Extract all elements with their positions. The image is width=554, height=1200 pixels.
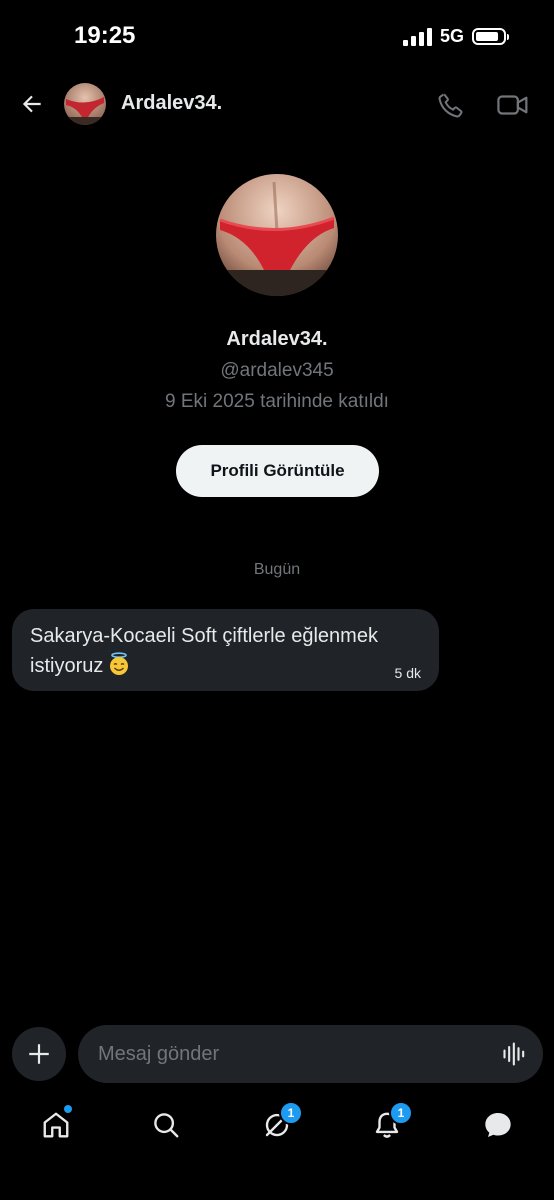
nav-search[interactable] <box>148 1107 184 1143</box>
back-button[interactable] <box>16 88 48 120</box>
nav-messages[interactable] <box>480 1107 516 1143</box>
view-profile-button[interactable]: Profili Görüntüle <box>176 445 379 497</box>
voice-message-button[interactable] <box>501 1040 529 1068</box>
avatar-image <box>216 174 338 296</box>
video-camera-icon <box>497 95 528 115</box>
message-composer <box>78 1025 543 1083</box>
video-call-button[interactable] <box>496 90 530 120</box>
profile-avatar[interactable] <box>216 174 338 296</box>
date-divider: Bugün <box>253 561 301 578</box>
call-button[interactable] <box>436 90 466 120</box>
back-arrow-icon <box>22 95 41 113</box>
smiling-face-with-halo-icon <box>110 652 129 675</box>
status-bar: 19:25 5G <box>0 0 554 70</box>
avatar-image <box>64 83 106 125</box>
bottom-navigation: 1 1 <box>0 1097 554 1157</box>
battery-icon <box>472 28 509 45</box>
status-time: 19:25 <box>74 22 136 49</box>
nav-grok[interactable]: 1 <box>259 1101 303 1143</box>
signal-icon <box>402 27 432 46</box>
search-icon <box>154 1113 179 1138</box>
header-avatar[interactable] <box>64 83 106 125</box>
chat-header: Ardalev34. <box>0 78 554 130</box>
message-input[interactable] <box>98 1025 488 1083</box>
messages-icon <box>485 1113 511 1137</box>
profile-name: Ardalev34. <box>226 328 328 350</box>
message-body: Sakarya-Kocaeli Soft çiftlerle eğlenmek … <box>30 625 378 677</box>
message-text: Sakarya-Kocaeli Soft çiftlerle eğlenmek … <box>30 621 430 681</box>
profile-joined-date: 9 Eki 2025 tarihinde katıldı <box>165 391 389 412</box>
nav-notifications[interactable]: 1 <box>369 1101 413 1143</box>
status-indicators: 5G <box>402 26 509 47</box>
notification-dot <box>64 1105 72 1113</box>
message-time: 5 dk <box>394 665 421 681</box>
chat-screen: 19:25 5G Ardalev34. Ardalev34. @ardalev3… <box>0 0 554 1200</box>
message-bubble[interactable]: Sakarya-Kocaeli Soft çiftlerle eğlenmek … <box>12 609 439 691</box>
profile-handle: @ardalev345 <box>220 360 334 381</box>
network-label: 5G <box>439 26 464 46</box>
home-icon <box>43 1112 69 1138</box>
plus-icon <box>29 1044 49 1064</box>
header-name[interactable]: Ardalev34. <box>121 92 222 115</box>
grok-badge: 1 <box>279 1101 303 1125</box>
notifications-badge: 1 <box>389 1101 413 1125</box>
phone-icon <box>438 93 463 118</box>
audio-waveform-icon <box>503 1042 525 1066</box>
add-media-button[interactable] <box>12 1027 66 1081</box>
nav-home[interactable] <box>38 1105 74 1143</box>
